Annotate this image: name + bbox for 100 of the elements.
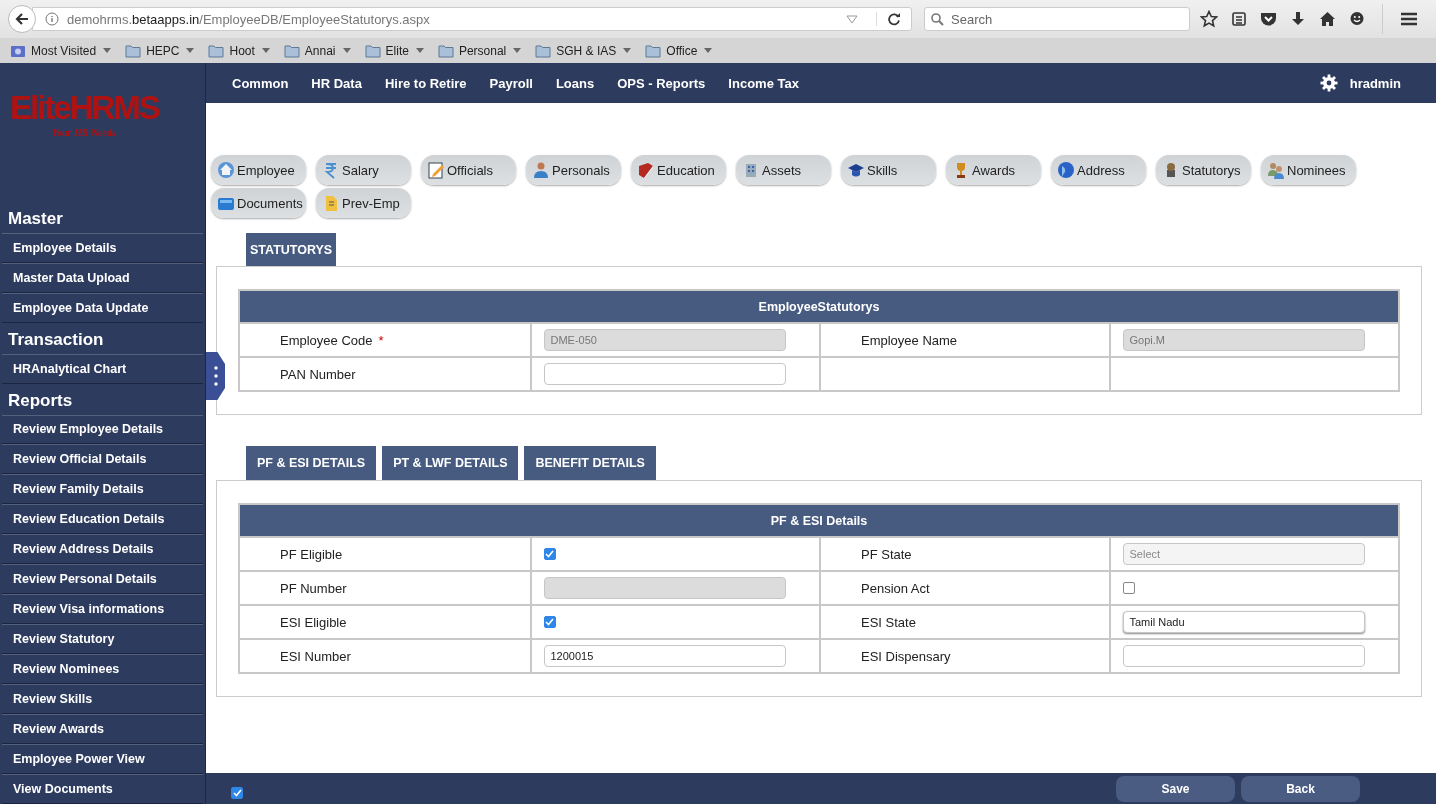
smiley-icon[interactable] xyxy=(1349,11,1365,27)
module-tab[interactable]: Prev-Emp xyxy=(316,188,411,218)
sidebar-item[interactable]: Employee Data Update xyxy=(2,292,203,323)
search-field[interactable]: Search xyxy=(924,7,1190,31)
field-label: ESI Eligible xyxy=(280,614,347,630)
sidebar-item[interactable]: Master Data Upload xyxy=(2,262,203,293)
footer-button[interactable]: Back xyxy=(1241,775,1360,802)
pocket-icon[interactable] xyxy=(1260,11,1277,27)
module-tab[interactable]: Documents xyxy=(211,188,306,218)
list-icon[interactable] xyxy=(1231,11,1247,27)
table-header: EmployeeStatutorys xyxy=(240,291,1398,322)
nav-menu-item[interactable]: Income Tax xyxy=(728,75,799,91)
checkbox[interactable] xyxy=(231,786,243,799)
module-tab[interactable]: Statutorys xyxy=(1156,155,1251,185)
folder-icon xyxy=(283,43,300,58)
reload-icon[interactable] xyxy=(876,12,901,26)
field-label: ESI State xyxy=(861,614,916,630)
star-icon[interactable] xyxy=(1200,10,1218,28)
nav-menu-item[interactable]: Payroll xyxy=(489,75,533,91)
nav-menu-item[interactable]: Hire to Retire xyxy=(384,75,467,91)
module-tab[interactable]: Personals xyxy=(526,155,621,185)
module-tab[interactable]: Salary xyxy=(316,155,411,185)
field-label: PF State xyxy=(861,546,912,562)
sidebar-item[interactable]: Review Awards xyxy=(2,714,203,744)
folder-icon xyxy=(364,43,381,58)
checkbox[interactable] xyxy=(543,548,556,560)
sidebar-item[interactable]: Review Visa informations xyxy=(2,594,203,625)
dropdown-arrow-icon[interactable] xyxy=(846,14,858,24)
person-icon xyxy=(532,161,550,179)
module-tab[interactable]: Nominees xyxy=(1261,155,1356,185)
sidebar-toggle-handle[interactable] xyxy=(206,352,225,400)
section-tab[interactable]: BENEFIT DETAILS xyxy=(524,446,656,480)
sidebar-item[interactable]: Employee Power View xyxy=(2,744,203,774)
field-label: Employee Code xyxy=(280,332,373,348)
dropdown-field[interactable]: Tamil Nadu xyxy=(1122,611,1365,633)
address-bar[interactable]: demohrms.betaapps.in/EmployeeDB/EmployeeStatutorys.aspx xyxy=(32,7,912,31)
home-icon[interactable] xyxy=(1319,11,1336,27)
sidebar-item[interactable]: Review Employee Details xyxy=(2,414,203,445)
module-tab[interactable]: Address xyxy=(1051,155,1146,185)
sidebar-item[interactable]: View Documents xyxy=(2,773,203,804)
back-button[interactable] xyxy=(8,5,36,33)
url-text: demohrms.betaapps.in/EmployeeDB/EmployeeStatutorys.aspx xyxy=(67,11,431,27)
caret-icon xyxy=(415,48,424,53)
nav-menu-item[interactable]: Loans xyxy=(555,75,595,91)
sidebar-item[interactable]: Review Official Details xyxy=(2,444,203,475)
sidebar-item[interactable]: HRAnalytical Chart xyxy=(2,353,203,384)
module-tab[interactable]: Skills xyxy=(841,155,936,185)
module-tab[interactable]: Employee xyxy=(211,155,306,185)
settings-icon[interactable] xyxy=(1319,74,1338,92)
bookmark-folder[interactable]: Elite xyxy=(364,43,424,58)
field-label: PF Eligible xyxy=(280,546,343,562)
field-label: ESI Number xyxy=(280,648,351,664)
module-tab[interactable]: Education xyxy=(631,155,726,185)
checkbox[interactable] xyxy=(1122,582,1135,594)
sidebar-item[interactable]: Employee Details xyxy=(2,232,203,263)
section-tab[interactable]: PF & ESI DETAILS xyxy=(246,446,377,480)
module-tab[interactable]: Assets xyxy=(736,155,831,185)
nav-menu-item[interactable]: Common xyxy=(232,75,289,91)
bookmark-folder[interactable]: Hoot xyxy=(208,43,270,58)
bookmark-folder[interactable]: HEPC xyxy=(125,43,195,58)
bookmark-folder[interactable]: Personal xyxy=(437,43,522,58)
bookmark-folder[interactable]: Most Visited xyxy=(10,43,112,58)
nav-menu-item[interactable]: OPS - Reports xyxy=(617,75,706,91)
sidebar-heading: Transaction xyxy=(7,328,105,351)
username[interactable]: hradmin xyxy=(1349,75,1401,91)
sidebar-item[interactable]: Review Skills xyxy=(2,684,203,715)
footer-button[interactable]: Save xyxy=(1116,775,1235,802)
sidebar-item[interactable]: Review Address Details xyxy=(2,534,203,565)
download-icon[interactable] xyxy=(1290,11,1306,27)
cap-icon xyxy=(847,161,865,179)
module-tab[interactable]: Awards xyxy=(946,155,1041,185)
input-field[interactable]: 1200015 xyxy=(543,645,786,667)
input-field[interactable] xyxy=(543,363,786,385)
field-label: Employee Name xyxy=(861,332,958,348)
caret-icon xyxy=(261,48,270,53)
info-icon[interactable] xyxy=(45,12,59,26)
bookmark-folder[interactable]: SGH & IAS xyxy=(535,43,632,58)
menu-icon[interactable] xyxy=(1400,11,1418,27)
module-tab[interactable]: Officials xyxy=(421,155,516,185)
people-icon xyxy=(1267,161,1285,179)
sidebar-heading: Master xyxy=(7,207,64,230)
sidebar-item[interactable]: Review Personal Details xyxy=(2,564,203,595)
checkbox[interactable] xyxy=(543,616,556,628)
field-label: Pension Act xyxy=(861,580,930,596)
caret-icon xyxy=(623,48,632,53)
nav-menu-item[interactable]: HR Data xyxy=(311,75,362,91)
sidebar-item[interactable]: Review Education Details xyxy=(2,504,203,535)
folder-icon xyxy=(645,43,662,58)
caret-icon xyxy=(704,48,713,53)
sidebar-item[interactable]: Review Nominees xyxy=(2,654,203,685)
section-tab[interactable]: PT & LWF DETAILS xyxy=(382,446,519,480)
sidebar-item[interactable]: Review Statutory xyxy=(2,624,203,655)
bookmark-folder[interactable]: Annai xyxy=(283,43,351,58)
section-tab[interactable]: STATUTORYS xyxy=(246,233,337,266)
field-label: ESI Dispensary xyxy=(861,648,951,664)
bookmark-folder[interactable]: Office xyxy=(645,43,713,58)
folder-icon xyxy=(208,43,225,58)
required-mark: * xyxy=(378,332,384,348)
input-field[interactable] xyxy=(1122,645,1365,667)
sidebar-item[interactable]: Review Family Details xyxy=(2,474,203,505)
